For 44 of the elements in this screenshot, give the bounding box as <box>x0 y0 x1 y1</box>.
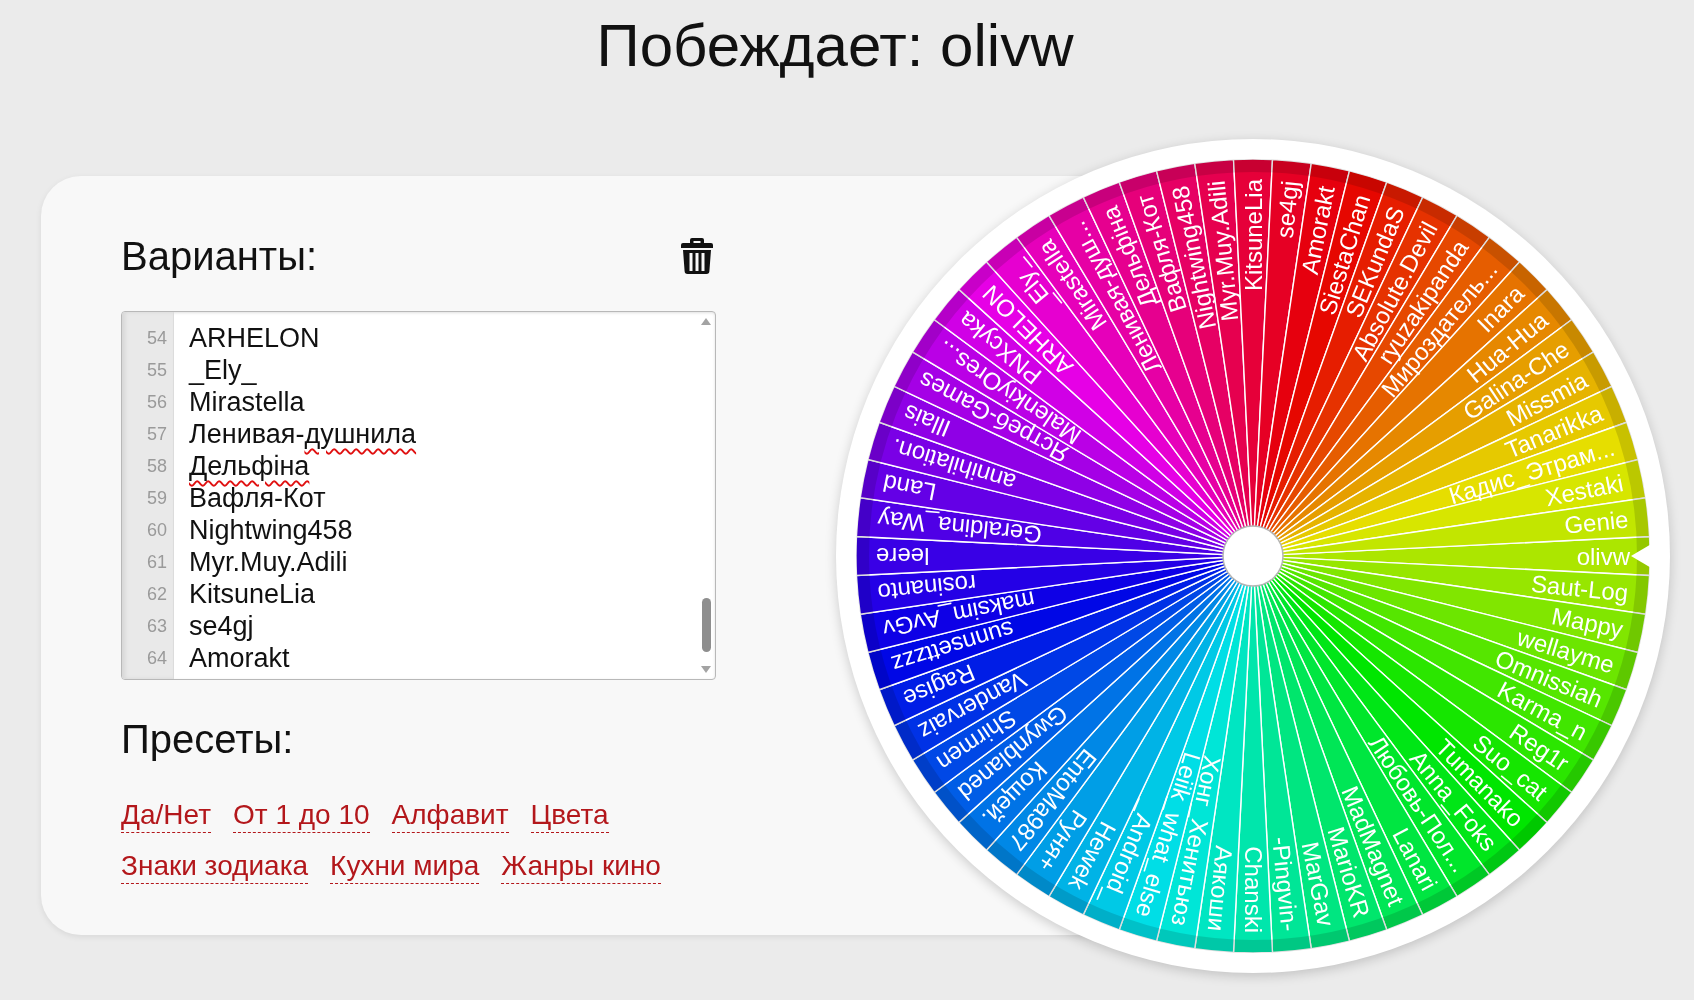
line-number: 59 <box>146 487 167 510</box>
line-number: 61 <box>146 551 167 574</box>
option-entry: Ленивая-душнила <box>189 418 417 450</box>
segment-label: KitsuneLia <box>1239 179 1267 292</box>
preset-link[interactable]: От 1 до 10 <box>233 798 370 833</box>
line-number: 55 <box>146 359 167 382</box>
winner-title: Побеждает: olivw <box>596 16 1074 76</box>
preset-link[interactable]: Знаки зодиака <box>121 849 309 884</box>
line-number: 56 <box>146 391 167 414</box>
preset-link[interactable]: Алфавит <box>391 798 509 833</box>
options-textarea[interactable]: 54 55 56 57 58 59 60 61 62 63 64 ARHELON _Ely_ Mirastella Ленивая-душнила Дельфіна Вафля-Кот Nightwing458 Myr.Muy.Adili KitsuneLia se4gj Amorakt <box>121 311 716 680</box>
option-entry: se4gj <box>189 610 254 642</box>
line-number: 64 <box>146 647 167 670</box>
options-heading: Варианты: <box>121 233 318 280</box>
line-number: 54 <box>146 327 167 350</box>
line-number: 57 <box>146 423 167 446</box>
option-entry: Дельфіна <box>189 450 310 482</box>
segment-label: olivw <box>1576 542 1630 570</box>
segment-label: Genie <box>1563 505 1630 539</box>
scroll-down-icon[interactable] <box>701 666 711 673</box>
segment-label: Chanski <box>1239 846 1267 933</box>
option-entry: KitsuneLia <box>189 578 316 610</box>
option-entry: _Ely_ <box>189 354 257 386</box>
option-entry: ARHELON <box>189 322 320 354</box>
line-number: 58 <box>146 455 167 478</box>
option-entry: Myr.Muy.Adili <box>189 546 348 578</box>
presets-heading: Пресеты: <box>121 716 294 763</box>
option-entry: Вафля-Кот <box>189 482 326 514</box>
option-entry: Amorakt <box>189 642 290 674</box>
preset-link[interactable]: Да/Нет <box>121 798 211 833</box>
segment-label: Saut-Log <box>1529 569 1630 607</box>
scrollbar-thumb[interactable] <box>701 598 711 652</box>
line-number: 60 <box>146 519 167 542</box>
trash-icon[interactable] <box>681 238 713 274</box>
scroll-up-icon[interactable] <box>701 318 711 325</box>
option-entry: Mirastella <box>189 386 305 418</box>
preset-link[interactable]: Жанры кино <box>501 849 661 884</box>
line-number: 63 <box>146 615 167 638</box>
segment-label: se4gj <box>1270 179 1304 240</box>
option-entry: Nightwing458 <box>189 514 353 546</box>
preset-link[interactable]: Цвета <box>530 798 609 833</box>
pointer-icon <box>1631 543 1653 569</box>
preset-link[interactable]: Кухни мира <box>330 849 480 884</box>
line-number: 62 <box>146 583 167 606</box>
